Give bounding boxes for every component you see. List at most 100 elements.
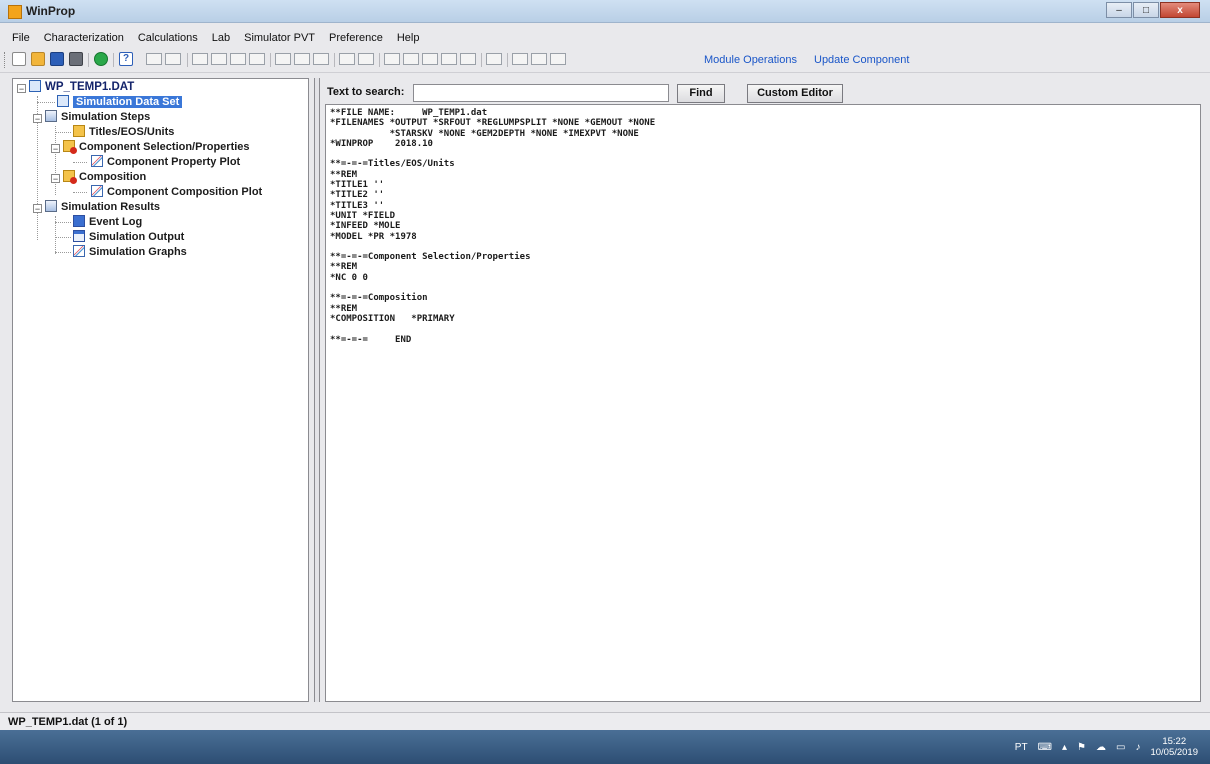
tree-item-component-selection[interactable]: Component Selection/Properties [63,140,250,155]
window-title: WinProp [26,4,76,18]
toolbar-separator [187,53,188,67]
lab-dl-icon[interactable] [384,53,400,65]
tree-item-label: Titles/EOS/Units [89,126,175,138]
volume-icon[interactable]: ♪ [1135,742,1140,753]
event-log-icon [73,215,85,227]
tree-item-label: Event Log [89,216,143,228]
data-set-editor[interactable]: **FILE NAME: WP_TEMP1.dat *FILENAMES *OU… [325,104,1201,702]
cloud-icon[interactable]: ☁ [1096,742,1106,753]
open-folder-icon[interactable] [31,52,45,66]
tree-item-label: Simulation Graphs [89,246,187,258]
calc-multi-icon[interactable] [313,53,329,65]
tree-connector [55,252,71,253]
menu-preference[interactable]: Preference [329,29,383,47]
plot-icon [91,155,103,167]
tree-connector [37,102,55,103]
calc-env-icon[interactable] [275,53,291,65]
menu-characterization[interactable]: Characterization [44,29,124,47]
help-icon[interactable]: ? [119,52,133,66]
tree-root-label: WP_TEMP1.DAT [45,81,135,93]
tree-root[interactable]: WP_TEMP1.DAT [29,80,134,95]
tree-item-titles-eos-units[interactable]: Titles/EOS/Units [73,125,174,140]
maximize-button[interactable]: □ [1133,2,1159,18]
module-operations-link[interactable]: Module Operations [704,54,797,66]
sim-pvt-icon[interactable] [550,53,566,65]
panel-splitter[interactable] [314,78,320,702]
lab-cvd-icon[interactable] [358,53,374,65]
toolbar-separator [334,53,335,67]
menu-simulator-pvt[interactable]: Simulator PVT [244,29,315,47]
menu-calculations[interactable]: Calculations [138,29,198,47]
tree-item-simulation-data-set[interactable]: Simulation Data Set [57,95,183,110]
window-controls: – □ x [1105,2,1200,18]
print-icon[interactable] [69,52,83,66]
run-icon[interactable] [94,52,108,66]
toolbar: ? Module Operations Update Component [0,48,1210,73]
tree-item-simulation-steps[interactable]: Simulation Steps [45,110,150,125]
expand-simulation-results-toggle[interactable]: − [33,204,42,214]
steps-icon [45,110,57,122]
find-button[interactable]: Find [677,84,725,103]
menu-help[interactable]: Help [397,29,420,47]
menu-file[interactable]: File [12,29,30,47]
search-input[interactable] [413,84,669,102]
clock[interactable]: 15:22 10/05/2019 [1150,736,1198,758]
tree-item-simulation-output[interactable]: Simulation Output [73,230,184,245]
lab-swell-icon[interactable] [422,53,438,65]
tree-item-simulation-graphs[interactable]: Simulation Graphs [73,245,187,260]
keyboard-icon[interactable]: ⌨ [1038,742,1052,753]
sim-gem-icon[interactable] [512,53,528,65]
lab-cce-icon[interactable] [339,53,355,65]
network-icon[interactable]: ▭ [1116,742,1125,753]
clock-date: 10/05/2019 [1150,747,1198,758]
document-icon [29,80,41,92]
sim-stars-icon[interactable] [531,53,547,65]
menu-lab[interactable]: Lab [212,29,230,47]
flag-icon[interactable]: ⚑ [1077,742,1086,753]
plot-icon [91,185,103,197]
lab-sep-icon[interactable] [403,53,419,65]
expand-simulation-steps-toggle[interactable]: − [33,114,42,124]
calc-ijn-icon[interactable] [165,53,181,65]
lab-mmp-icon[interactable] [441,53,457,65]
language-indicator[interactable]: PT [1015,742,1028,753]
winprop-app-icon [8,5,22,19]
update-component-link[interactable]: Update Component [814,54,909,66]
clock-time: 15:22 [1162,736,1187,747]
title-bar: WinProp – □ x [0,0,1210,23]
calc-new-chr-icon[interactable] [192,53,208,65]
tree-item-composition[interactable]: Composition [63,170,146,185]
tree-item-simulation-results[interactable]: Simulation Results [45,200,160,215]
calc-2ph-icon[interactable] [211,53,227,65]
expand-root-toggle[interactable]: − [17,84,26,94]
tree-item-component-property-plot[interactable]: Component Property Plot [91,155,240,170]
graph-icon [73,245,85,257]
editor-content[interactable]: **FILE NAME: WP_TEMP1.dat *FILENAMES *OU… [326,105,1200,348]
expand-composition-toggle[interactable]: − [51,174,60,184]
save-icon[interactable] [50,52,64,66]
new-file-icon[interactable] [12,52,26,66]
tree-item-label: Component Selection/Properties [79,141,250,153]
toolbar-separator [113,53,114,67]
sim-star-icon[interactable] [486,53,502,65]
tree-item-component-composition-plot[interactable]: Component Composition Plot [91,185,262,200]
lab-mcm-icon[interactable] [460,53,476,65]
calc-envelope-icon[interactable] [294,53,310,65]
close-button[interactable]: x [1160,2,1200,18]
toolbar-separator [481,53,482,67]
custom-editor-button[interactable]: Custom Editor [747,84,843,103]
tree-item-label: Component Composition Plot [107,186,263,198]
search-label: Text to search: [327,86,405,98]
tree-connector [73,162,87,163]
tree-connector [55,237,71,238]
calc-sat-icon[interactable] [146,53,162,65]
show-hidden-icons-icon[interactable]: ▴ [1062,742,1067,753]
data-set-icon [57,95,69,107]
calc-flash-icon[interactable] [249,53,265,65]
minimize-button[interactable]: – [1106,2,1132,18]
tree-item-event-log[interactable]: Event Log [73,215,142,230]
calc-3ph-icon[interactable] [230,53,246,65]
expand-component-selection-toggle[interactable]: − [51,144,60,154]
system-tray: PT ⌨ ▴ ⚑ ☁ ▭ ♪ 15:22 10/05/2019 [1015,730,1210,764]
toolbar-separator [379,53,380,67]
